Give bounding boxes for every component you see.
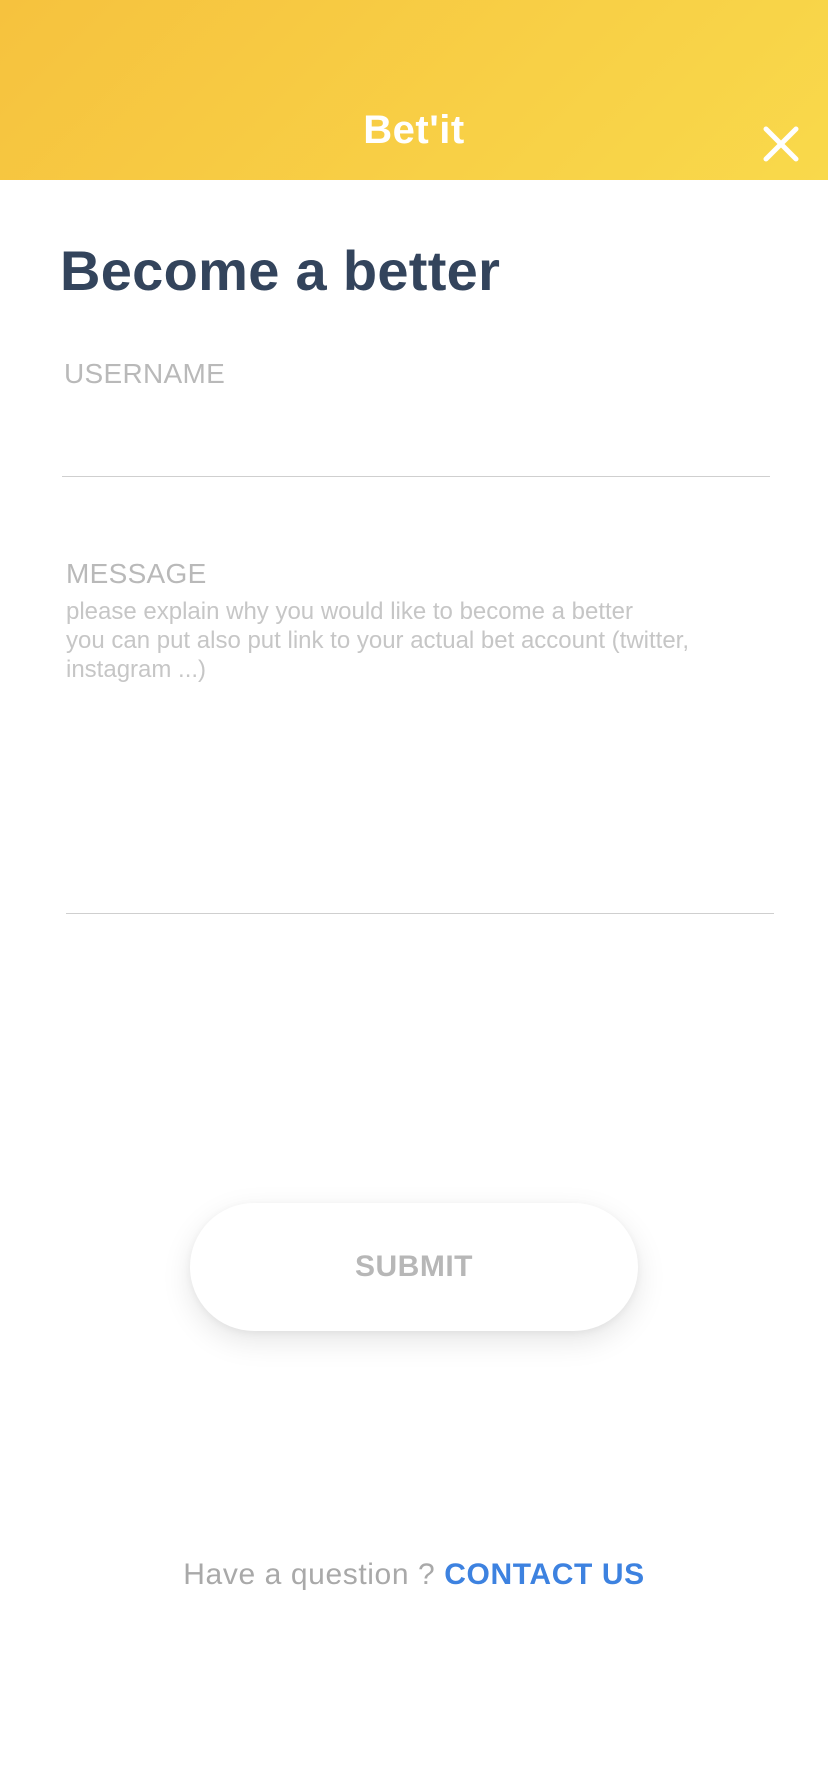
app-title: Bet'it xyxy=(363,108,465,152)
username-input[interactable] xyxy=(62,400,770,477)
footer: Have a question ? CONTACT US xyxy=(0,1558,828,1592)
message-label: MESSAGE xyxy=(66,558,207,589)
footer-question: Have a question ? xyxy=(183,1558,436,1591)
close-icon xyxy=(763,126,799,162)
username-label: USERNAME xyxy=(64,358,226,389)
page-title: Become a better xyxy=(60,239,501,302)
close-button[interactable] xyxy=(756,119,806,169)
submit-button[interactable]: SUBMIT xyxy=(190,1203,638,1331)
message-input[interactable] xyxy=(66,597,774,914)
app-header: Bet'it xyxy=(0,0,828,180)
contact-us-link[interactable]: CONTACT US xyxy=(444,1558,644,1591)
